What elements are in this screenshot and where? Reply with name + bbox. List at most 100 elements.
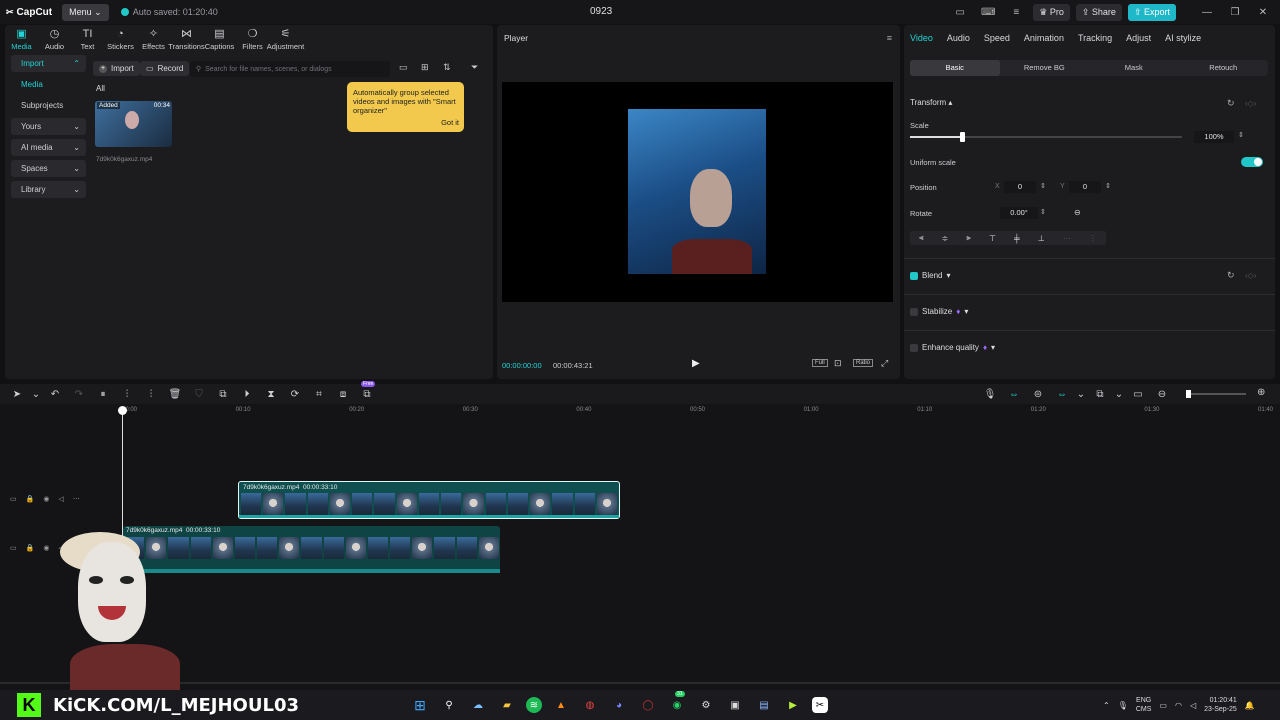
grid-view-icon[interactable]: ⊞ bbox=[421, 62, 429, 73]
mirror-icon[interactable]: ⧗ bbox=[259, 389, 283, 400]
redo-icon[interactable]: ↷ bbox=[67, 389, 91, 400]
undo-icon[interactable]: ↶ bbox=[43, 389, 67, 400]
reset-icon[interactable]: ↻ bbox=[1227, 98, 1235, 109]
subtab-mask[interactable]: Mask bbox=[1089, 60, 1179, 76]
lock-icon[interactable]: 🔒 bbox=[26, 544, 35, 552]
sidebar-item-media[interactable]: Media bbox=[11, 76, 86, 93]
filter-icon[interactable]: ⏷ bbox=[471, 62, 478, 73]
position-x-input[interactable]: 0 bbox=[1004, 181, 1036, 193]
speaker-icon[interactable]: ◁ bbox=[1190, 701, 1196, 710]
video-clip-overlay[interactable]: 7d9k0k6gaxuz.mp4 00:00:33:10 bbox=[238, 481, 620, 519]
capcut-taskbar-icon[interactable]: ✂ bbox=[812, 697, 828, 713]
align-center-v-icon[interactable]: ╪ bbox=[1014, 234, 1020, 243]
eye-icon[interactable]: ◉ bbox=[43, 495, 49, 503]
enhance-checkbox[interactable] bbox=[910, 343, 918, 352]
preview-canvas[interactable] bbox=[502, 82, 893, 302]
tool-captions[interactable]: ▤ Captions bbox=[203, 28, 236, 51]
blend-checkbox[interactable] bbox=[910, 271, 918, 280]
blend-reset-icon[interactable]: ↻ bbox=[1227, 270, 1235, 281]
transform-section[interactable]: Transform ▴ bbox=[910, 98, 952, 107]
more-icon[interactable]: ⋯ bbox=[73, 495, 80, 503]
select-cursor-icon[interactable]: ➤ bbox=[5, 389, 29, 400]
preview-axis-icon[interactable]: ⇔ bbox=[1050, 389, 1074, 400]
zoom-slider-handle[interactable] bbox=[1186, 390, 1191, 398]
playhead-handle[interactable] bbox=[118, 406, 127, 415]
timeline-ruler[interactable]: 00:00 00:10 00:20 00:30 00:40 00:50 01:00 01:10… bbox=[0, 407, 1280, 417]
tab-ai-stylize[interactable]: AI stylize bbox=[1165, 33, 1201, 43]
tab-audio[interactable]: Audio bbox=[947, 33, 970, 43]
zoom-slider[interactable] bbox=[1186, 390, 1246, 398]
split-icon[interactable]: ⏸ bbox=[91, 389, 115, 400]
track-cover-icon[interactable]: ▭ bbox=[10, 544, 17, 552]
track-cover-icon[interactable]: ▭ bbox=[10, 495, 17, 503]
shield-icon[interactable]: ⛉ bbox=[187, 389, 211, 400]
folder-icon[interactable]: ▭ bbox=[399, 62, 408, 73]
subtab-retouch[interactable]: Retouch bbox=[1179, 60, 1269, 76]
rotate-stepper-icon[interactable]: ⇕ bbox=[1040, 208, 1046, 216]
file-explorer-icon[interactable]: ▰ bbox=[497, 695, 517, 715]
rotate-dial-icon[interactable]: ⊖ bbox=[1074, 208, 1081, 217]
share-button[interactable]: ⇪ Share bbox=[1075, 3, 1122, 21]
subtab-remove-bg[interactable]: Remove BG bbox=[1000, 60, 1090, 76]
maximize-icon[interactable]: ❐ bbox=[1224, 7, 1246, 18]
sidebar-item-library[interactable]: Library ⌄ bbox=[11, 181, 86, 198]
tool-transitions[interactable]: ⋈ Transitions bbox=[168, 28, 204, 51]
rotate-icon[interactable]: ⟳ bbox=[283, 389, 307, 400]
shortcuts-icon[interactable]: ⌨ bbox=[977, 7, 999, 18]
position-x-stepper-icon[interactable]: ⇕ bbox=[1040, 182, 1046, 190]
auto-reframe-icon[interactable]: ⧉ Free bbox=[355, 380, 379, 400]
chevron-down-icon[interactable]: ⌄ bbox=[29, 389, 43, 400]
sidebar-item-yours[interactable]: Yours ⌄ bbox=[11, 118, 86, 135]
zoom-in-icon[interactable]: ⊕ bbox=[1257, 387, 1265, 398]
tool-adjustment[interactable]: ⚟ Adjustment bbox=[267, 28, 305, 51]
delete-icon[interactable]: 🗑 bbox=[163, 389, 187, 400]
full-quality-button[interactable]: Full bbox=[812, 359, 828, 367]
app-icon[interactable]: ▲ bbox=[551, 695, 571, 715]
chevron-down-icon[interactable]: ⌄ bbox=[1074, 389, 1088, 400]
fullscreen-icon[interactable]: ⤢ bbox=[881, 358, 888, 369]
distribute-v-icon[interactable]: ⋮ bbox=[1089, 234, 1097, 243]
freeze-icon[interactable]: ⧉ bbox=[211, 389, 235, 400]
scale-value[interactable]: 100% bbox=[1194, 131, 1234, 143]
language-indicator[interactable]: ENG CMS bbox=[1136, 696, 1152, 714]
uniform-scale-toggle[interactable] bbox=[1241, 157, 1263, 167]
ratio-button[interactable]: Ratio bbox=[853, 359, 874, 367]
search-icon[interactable]: ⚲ bbox=[439, 695, 459, 715]
position-y-stepper-icon[interactable]: ⇕ bbox=[1105, 182, 1111, 190]
subtab-basic[interactable]: Basic bbox=[910, 60, 1000, 76]
player-menu-icon[interactable]: ≡ bbox=[887, 33, 892, 43]
app-icon[interactable]: ▣ bbox=[725, 695, 745, 715]
align-top-icon[interactable]: ⊤ bbox=[989, 234, 996, 243]
align-right-icon[interactable]: ⫸ bbox=[966, 233, 971, 243]
crop-icon[interactable]: ⌗ bbox=[307, 389, 331, 400]
windows-start-icon[interactable]: ⊞ bbox=[410, 695, 430, 715]
whatsapp-icon[interactable]: ◉ 31 bbox=[667, 691, 687, 715]
enhance-quality-section[interactable]: Enhance quality ♦ ▾ bbox=[910, 343, 995, 352]
eye-icon[interactable]: ◉ bbox=[43, 544, 49, 552]
wifi-icon[interactable]: ◠ bbox=[1175, 701, 1182, 710]
microphone-icon[interactable]: 🎙 bbox=[978, 389, 1002, 400]
monitor-icon[interactable]: ▭ bbox=[1159, 701, 1167, 710]
ai-edit-icon[interactable]: ⧈ bbox=[331, 389, 355, 400]
keyframe-icon[interactable]: ‹◇› bbox=[1245, 99, 1256, 108]
align-bottom-icon[interactable]: ⊥ bbox=[1038, 234, 1045, 243]
search-input[interactable]: ⚲ Search for file names, scenes, or dialo… bbox=[190, 61, 390, 77]
timeline-scrollbar[interactable] bbox=[0, 682, 1280, 684]
settings-icon[interactable]: ≡ bbox=[1005, 7, 1027, 18]
sidebar-item-subprojects[interactable]: Subprojects bbox=[11, 97, 86, 114]
scale-slider-handle[interactable] bbox=[959, 132, 965, 142]
stabilize-checkbox[interactable] bbox=[910, 307, 918, 316]
scale-slider[interactable] bbox=[910, 132, 1182, 142]
clock[interactable]: 01:20:41 23-Sep-25 bbox=[1204, 696, 1237, 714]
snap-icon[interactable]: ⧉ bbox=[1088, 389, 1112, 400]
tab-tracking[interactable]: Tracking bbox=[1078, 33, 1112, 43]
position-y-input[interactable]: 0 bbox=[1069, 181, 1101, 193]
scale-stepper-icon[interactable]: ⇕ bbox=[1238, 131, 1244, 139]
chevron-down-icon[interactable]: ⌄ bbox=[1112, 389, 1126, 400]
filter-all-label[interactable]: All bbox=[96, 84, 105, 93]
zoom-out-icon[interactable]: ⊖ bbox=[1150, 389, 1174, 400]
settings-gear-icon[interactable]: ⚙ bbox=[696, 695, 716, 715]
tooltip-got-it-button[interactable]: Got it bbox=[441, 118, 459, 127]
widgets-icon[interactable]: ☁ bbox=[468, 695, 488, 715]
sidebar-item-spaces[interactable]: Spaces ⌄ bbox=[11, 160, 86, 177]
